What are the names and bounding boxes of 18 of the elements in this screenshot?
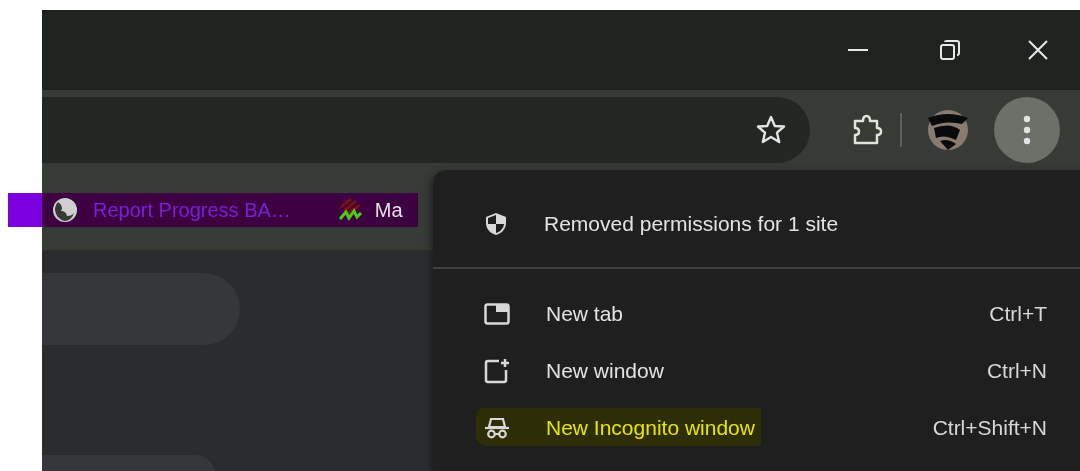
puzzle-icon (851, 114, 883, 146)
avatar-icon[interactable] (926, 108, 970, 152)
star-icon[interactable] (756, 115, 786, 145)
new-window-icon (484, 357, 510, 384)
restore-icon (939, 39, 961, 61)
menu-item[interactable]: New tab Ctrl+T (433, 285, 1080, 342)
new-tab-icon (484, 302, 510, 325)
shield-icon (484, 211, 508, 237)
menu-item[interactable]: New Incognito window Ctrl+Shift+N (433, 399, 1080, 456)
incognito-icon (484, 416, 510, 439)
bookmark[interactable]: Ma (336, 197, 403, 223)
close-icon (1027, 39, 1049, 61)
menu-item[interactable]: New window Ctrl+N (433, 342, 1080, 399)
site-icon (336, 197, 363, 223)
minimize-icon (848, 49, 868, 51)
globe-icon (52, 197, 78, 223)
menu-icon (1023, 115, 1031, 145)
menu-item[interactable]: Removed permissions for 1 site (433, 196, 1080, 252)
